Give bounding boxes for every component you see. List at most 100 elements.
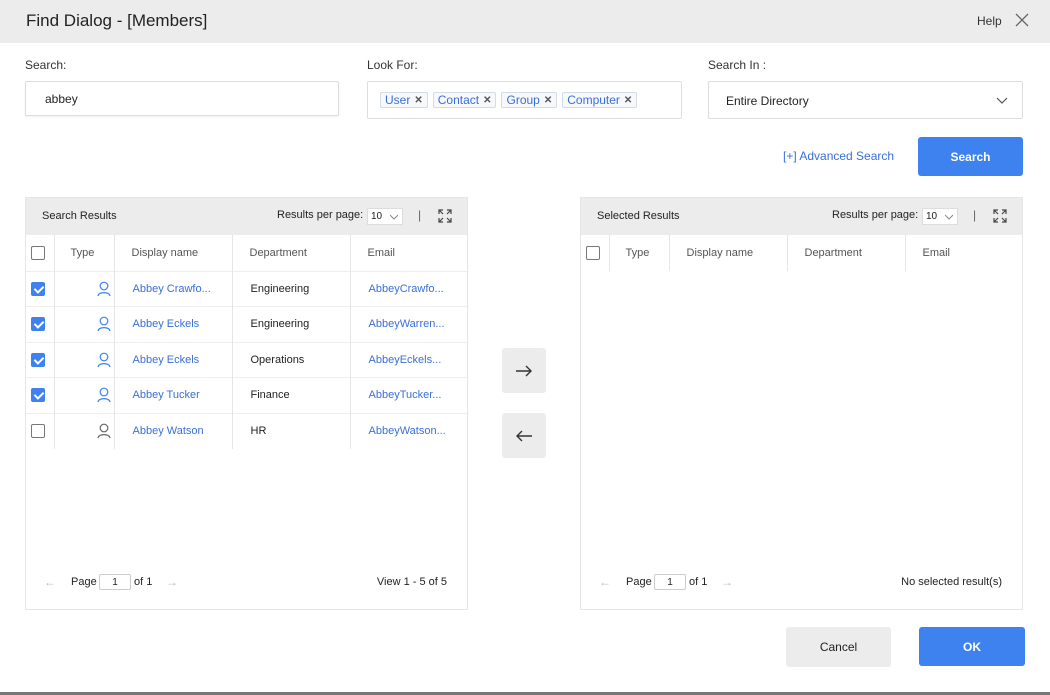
user-icon	[96, 352, 111, 367]
page-total: of 1	[134, 576, 153, 588]
row-select-cell	[26, 412, 55, 449]
table-row[interactable]: Abbey Eckels Engineering AbbeyWarren...	[26, 306, 467, 342]
cancel-button[interactable]: Cancel	[786, 627, 891, 667]
user-icon	[96, 387, 111, 403]
page-label: Page	[626, 576, 652, 588]
expand-icon[interactable]	[438, 209, 452, 223]
look-for-field[interactable]: User ✕ Contact ✕ Group ✕ Computer ✕	[367, 81, 682, 119]
table-row[interactable]: Abbey Tucker Finance AbbeyTucker...	[26, 377, 467, 413]
expand-icon[interactable]	[993, 209, 1007, 223]
remove-icon[interactable]: ✕	[624, 95, 632, 106]
chip-label: Computer	[567, 93, 620, 107]
email-cell[interactable]: AbbeyWarren...	[350, 306, 467, 342]
row-checkbox[interactable]	[31, 317, 45, 332]
table-row[interactable]: Abbey Eckels Operations AbbeyEckels...	[26, 341, 467, 378]
column-header-email[interactable]: Email	[905, 235, 1022, 271]
row-checkbox[interactable]	[31, 352, 45, 367]
department-cell: Operations	[232, 341, 351, 378]
chip-computer[interactable]: Computer ✕	[562, 92, 638, 108]
user-icon	[96, 281, 111, 296]
prev-page-arrow-icon[interactable]: ←	[44, 575, 56, 589]
dialog-title-bar: Find Dialog - [Members] Help	[0, 0, 1050, 43]
results-count-status: View 1 - 5 of 5	[376, 576, 447, 588]
column-header-department[interactable]: Department	[787, 235, 906, 271]
next-page-arrow-icon[interactable]: →	[166, 575, 178, 589]
selected-results-header: Selected Results Results per page: 10 |	[581, 198, 1022, 235]
chip-group[interactable]: Group ✕	[501, 92, 558, 108]
table-row[interactable]: Abbey Crawfo... Engineering AbbeyCrawfo...	[26, 270, 467, 307]
help-link[interactable]: Help	[977, 14, 1002, 28]
display-name-cell[interactable]: Abbey Eckels	[114, 306, 233, 342]
next-page-arrow-icon[interactable]: →	[721, 575, 733, 589]
selected-results-title: Selected Results	[597, 210, 680, 222]
selected-results-pager: ← Page of 1 → No selected result(s)	[581, 573, 1022, 593]
add-to-selected-button[interactable]	[502, 348, 546, 393]
email-cell[interactable]: AbbeyTucker...	[350, 377, 467, 413]
ok-button[interactable]: OK	[919, 627, 1025, 666]
column-header-type[interactable]: Type	[609, 235, 670, 271]
chip-contact[interactable]: Contact ✕	[432, 92, 497, 108]
page-label: Page	[71, 576, 97, 588]
results-per-page-value: 10	[371, 211, 383, 222]
row-checkbox[interactable]	[31, 388, 45, 403]
remove-icon[interactable]: ✕	[544, 95, 552, 106]
type-cell	[54, 412, 115, 449]
dialog-title: Find Dialog - [Members]	[26, 11, 208, 30]
department-cell: Engineering	[232, 306, 351, 342]
table-header-row: Type Display name Department Email	[581, 235, 1022, 271]
search-results-title: Search Results	[42, 210, 117, 222]
results-per-page-label: Results per page:	[832, 209, 919, 221]
row-checkbox[interactable]	[31, 281, 45, 296]
search-button[interactable]: Search	[918, 137, 1023, 176]
separator: |	[973, 208, 977, 222]
chip-user[interactable]: User ✕	[380, 92, 428, 108]
results-per-page-select[interactable]: 10	[367, 208, 403, 225]
row-checkbox[interactable]	[31, 424, 45, 438]
page-number-input[interactable]	[99, 574, 131, 590]
search-results-panel: Search Results Results per page: 10 | Ty…	[25, 197, 468, 610]
table-row[interactable]: Abbey Watson HR AbbeyWatson...	[26, 412, 467, 449]
search-results-table: Type Display name Department Email Abbey…	[26, 235, 467, 449]
search-input[interactable]	[25, 81, 339, 116]
results-per-page-label: Results per page:	[277, 209, 364, 221]
email-cell[interactable]: AbbeyWatson...	[350, 412, 467, 449]
select-all-checkbox[interactable]	[586, 246, 600, 260]
advanced-search-link[interactable]: [+] Advanced Search	[783, 149, 894, 163]
remove-icon[interactable]: ✕	[414, 95, 422, 106]
column-header-display-name[interactable]: Display name	[114, 235, 233, 271]
prev-page-arrow-icon[interactable]: ←	[599, 575, 611, 589]
type-cell	[54, 377, 115, 413]
email-cell[interactable]: AbbeyCrawfo...	[350, 270, 467, 307]
search-in-select[interactable]: Entire Directory	[708, 81, 1023, 119]
close-icon[interactable]	[1014, 12, 1030, 28]
column-header-type[interactable]: Type	[54, 235, 115, 271]
column-header-department[interactable]: Department	[232, 235, 351, 271]
separator: |	[418, 208, 422, 222]
chevron-down-icon	[996, 97, 1008, 104]
display-name-cell[interactable]: Abbey Watson	[114, 412, 233, 449]
page-number-input[interactable]	[654, 574, 686, 590]
search-results-header: Search Results Results per page: 10 |	[26, 198, 467, 235]
column-header-email[interactable]: Email	[350, 235, 467, 271]
arrow-left-icon	[516, 430, 532, 441]
display-name-cell[interactable]: Abbey Crawfo...	[114, 270, 233, 307]
select-all-checkbox[interactable]	[31, 245, 45, 260]
row-select-cell	[26, 306, 55, 342]
results-per-page-select[interactable]: 10	[922, 208, 958, 225]
look-for-label: Look For:	[367, 58, 418, 72]
column-header-display-name[interactable]: Display name	[669, 235, 788, 271]
type-cell	[54, 341, 115, 378]
remove-icon[interactable]: ✕	[483, 95, 491, 106]
type-cell	[54, 306, 115, 342]
search-label: Search:	[25, 58, 67, 72]
select-all-cell	[26, 235, 55, 271]
display-name-cell[interactable]: Abbey Tucker	[114, 377, 233, 413]
department-cell: HR	[232, 412, 351, 449]
display-name-cell[interactable]: Abbey Eckels	[114, 341, 233, 378]
chip-label: Group	[506, 93, 540, 107]
email-cell[interactable]: AbbeyEckels...	[350, 341, 467, 378]
selected-results-panel: Selected Results Results per page: 10 | …	[580, 197, 1023, 610]
chevron-down-icon	[390, 214, 398, 220]
user-icon	[96, 423, 111, 439]
remove-from-selected-button[interactable]	[502, 413, 546, 458]
